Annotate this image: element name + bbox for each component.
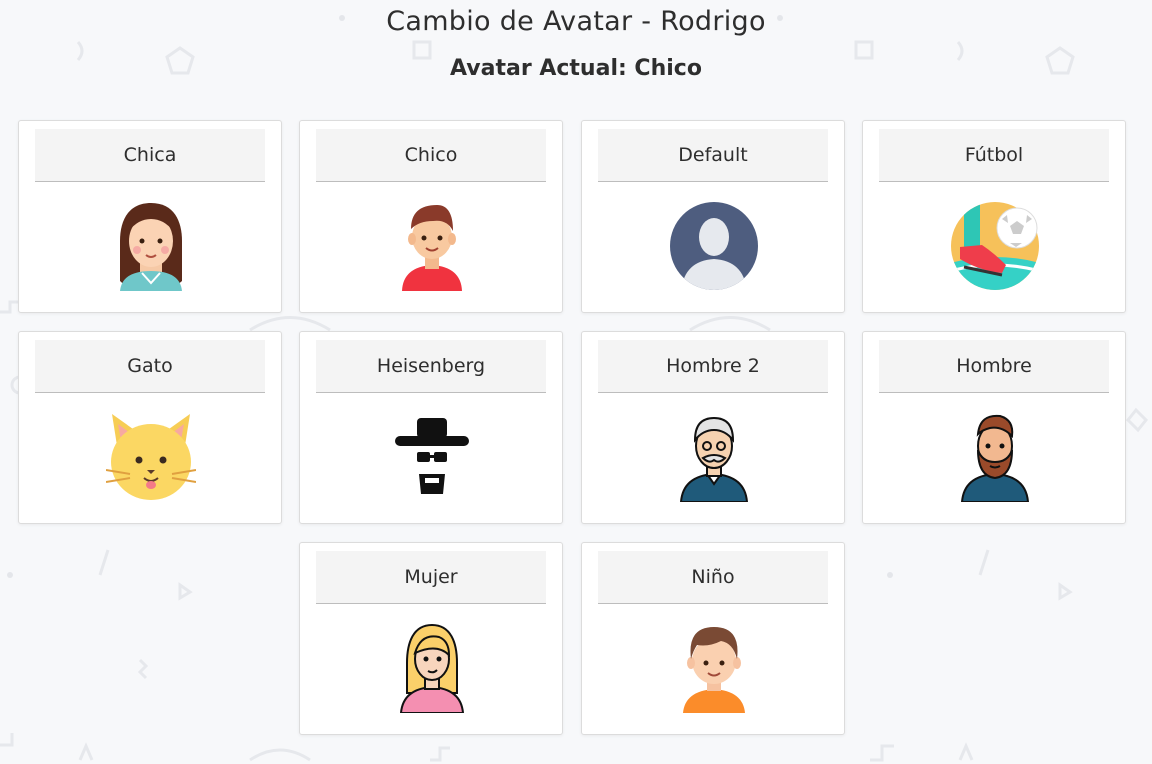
avatar-option-hombre-2[interactable]: Hombre 2 (581, 331, 845, 524)
avatar-option-futbol[interactable]: Fútbol (862, 120, 1126, 313)
girl-avatar-icon (106, 201, 196, 291)
avatar-option-label: Heisenberg (316, 340, 546, 393)
avatar-option-label: Hombre (879, 340, 1109, 393)
kid-icon (669, 623, 759, 713)
old-man-icon (669, 412, 759, 502)
avatar-option-label: Gato (35, 340, 265, 393)
heisenberg-icon (387, 412, 477, 502)
soccer-icon (950, 201, 1040, 291)
avatar-option-gato[interactable]: Gato (18, 331, 282, 524)
avatar-option-label: Chica (35, 129, 265, 182)
avatar-option-chico[interactable]: Chico (299, 120, 563, 313)
avatar-option-default[interactable]: Default (581, 120, 845, 313)
avatar-option-label: Default (598, 129, 828, 182)
current-avatar-label: Avatar Actual: Chico (450, 56, 702, 81)
cat-icon (106, 412, 196, 502)
avatar-option-mujer[interactable]: Mujer (299, 542, 563, 735)
page-title: Cambio de Avatar - Rodrigo (386, 6, 766, 37)
avatar-option-heisenberg[interactable]: Heisenberg (299, 331, 563, 524)
avatar-option-label: Mujer (316, 551, 546, 604)
default-user-icon (669, 201, 759, 291)
avatar-option-nino[interactable]: Niño (581, 542, 845, 735)
avatar-option-label: Chico (316, 129, 546, 182)
woman-icon (387, 623, 477, 713)
boy-avatar-icon (387, 201, 477, 291)
avatar-option-label: Fútbol (879, 129, 1109, 182)
avatar-option-label: Hombre 2 (598, 340, 828, 393)
bearded-man-icon (950, 412, 1040, 502)
avatar-option-hombre[interactable]: Hombre (862, 331, 1126, 524)
avatar-option-chica[interactable]: Chica (18, 120, 282, 313)
avatar-option-label: Niño (598, 551, 828, 604)
